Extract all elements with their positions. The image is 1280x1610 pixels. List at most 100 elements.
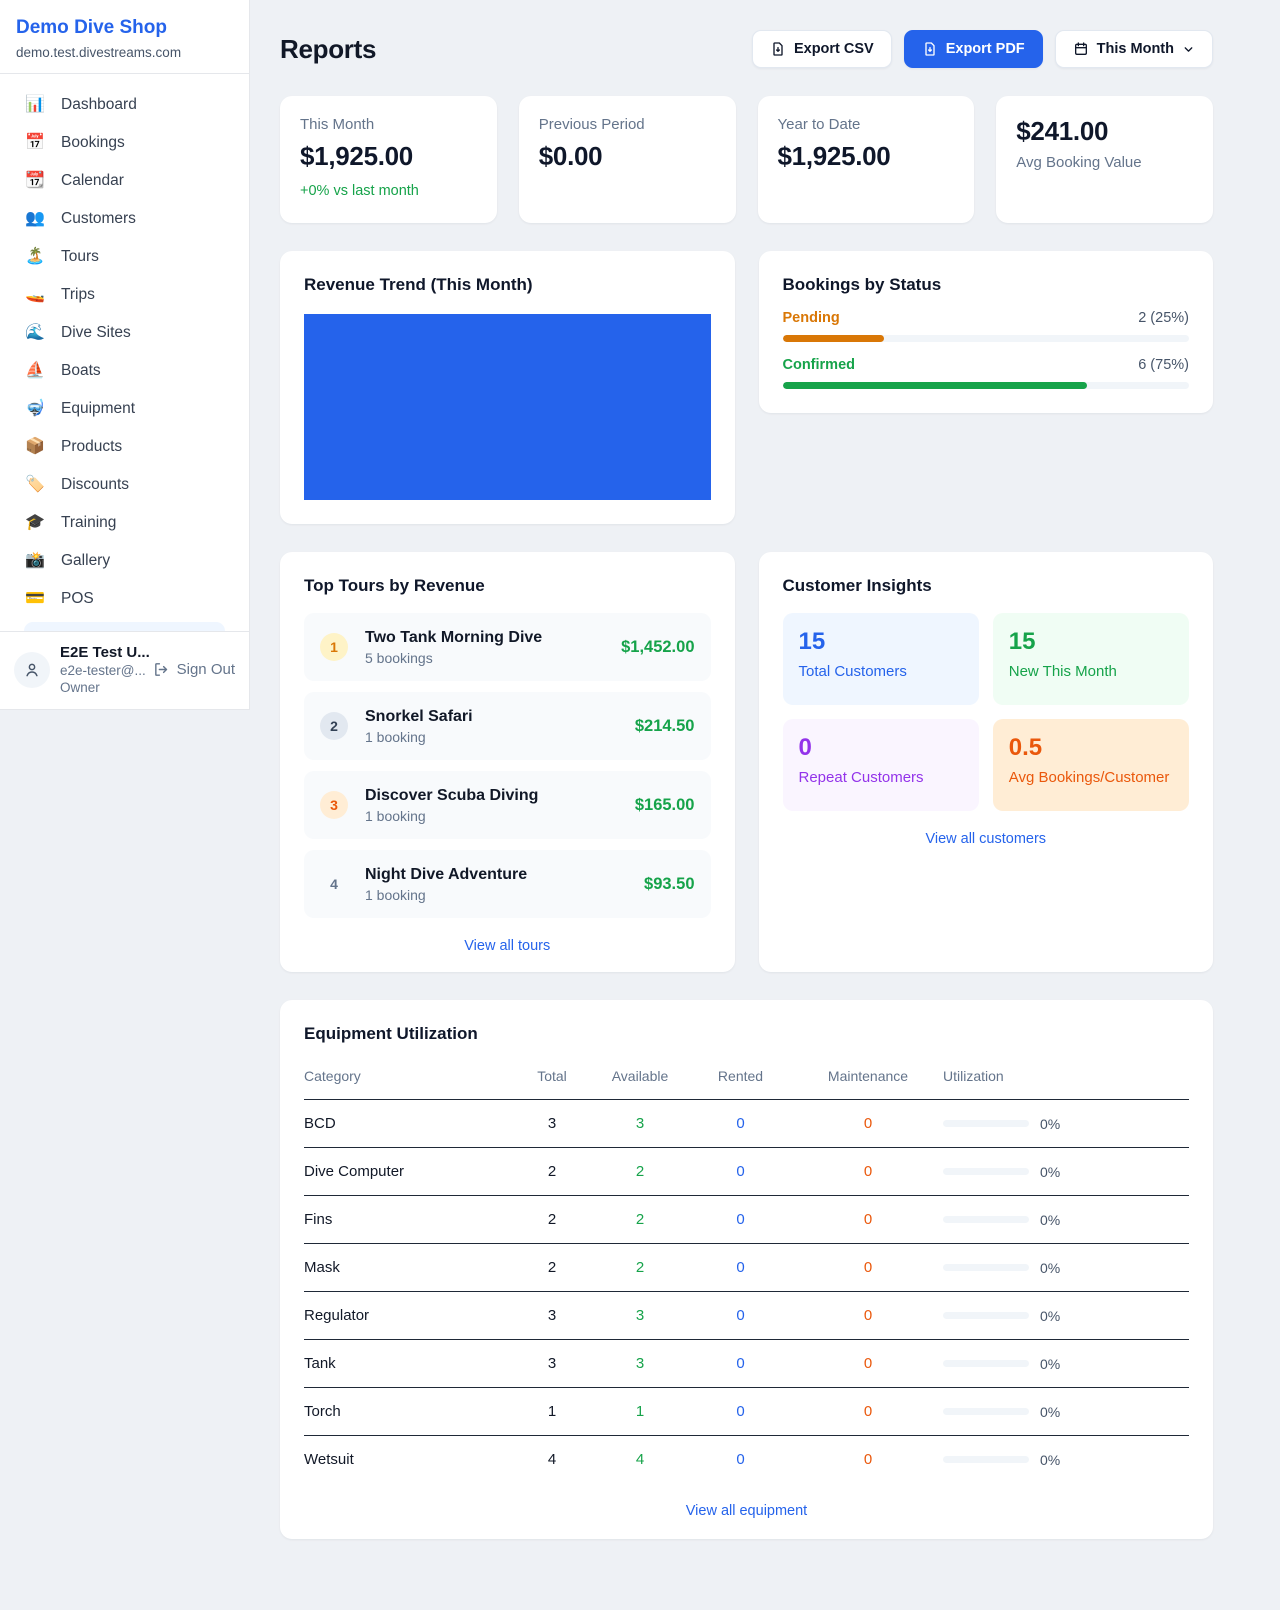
cell-category: Torch	[304, 1388, 512, 1436]
panel-title: Revenue Trend (This Month)	[304, 275, 711, 295]
sidebar-item-label: Products	[61, 438, 122, 456]
list-item: 1 Two Tank Morning Dive5 bookings $1,452…	[304, 613, 711, 681]
tile-label: Total Customers	[799, 663, 963, 680]
cell-available: 3	[592, 1100, 688, 1148]
sidebar-item-label: Customers	[61, 210, 136, 228]
sidebar-item-gallery[interactable]: 📸Gallery	[12, 542, 237, 580]
tour-revenue: $214.50	[635, 717, 695, 736]
cell-rented: 0	[688, 1292, 793, 1340]
calendar-icon: 📆	[24, 173, 46, 189]
progress-track	[783, 335, 1190, 342]
cell-category: Fins	[304, 1196, 512, 1244]
tile-label: Avg Bookings/Customer	[1009, 769, 1173, 786]
panel-title: Equipment Utilization	[304, 1024, 1189, 1044]
tour-revenue: $1,452.00	[621, 638, 694, 657]
progress-track	[783, 382, 1190, 389]
insight-tiles: 15 Total Customers 15 New This Month 0 R…	[783, 613, 1190, 811]
file-download-icon	[922, 41, 938, 57]
tour-name: Two Tank Morning Dive	[365, 629, 542, 646]
sidebar-item-discounts[interactable]: 🏷️Discounts	[12, 466, 237, 504]
sidebar-item-customers[interactable]: 👥Customers	[12, 200, 237, 238]
status-count: 6 (75%)	[1138, 357, 1189, 373]
sidebar-item-boats[interactable]: ⛵ Boats	[12, 352, 237, 390]
tile-new-this-month: 15 New This Month	[993, 613, 1189, 705]
view-all-tours-link[interactable]: View all tours	[304, 938, 711, 954]
table-row: Mask 2 2 0 0 0%	[304, 1244, 1189, 1292]
tile-label: New This Month	[1009, 663, 1173, 680]
cell-available: 4	[592, 1436, 688, 1484]
shop-domain: demo.test.divestreams.com	[16, 45, 233, 60]
person-icon	[23, 661, 41, 679]
cell-available: 2	[592, 1196, 688, 1244]
sidebar-header: Demo Dive Shop demo.test.divestreams.com	[0, 0, 249, 74]
cell-category: BCD	[304, 1100, 512, 1148]
cell-rented: 0	[688, 1196, 793, 1244]
bookings-by-status-panel: Bookings by Status Pending 2 (25%) Confi…	[759, 251, 1214, 413]
cell-maintenance: 0	[793, 1436, 943, 1484]
column-header: Rented	[688, 1056, 793, 1100]
sidebar-item-label: Boats	[61, 362, 101, 380]
period-select[interactable]: This Month	[1055, 30, 1213, 68]
wave-icon: 🌊	[24, 325, 46, 341]
tour-list: 1 Two Tank Morning Dive5 bookings $1,452…	[304, 613, 711, 918]
header-actions: Export CSV Export PDF This Month	[752, 30, 1213, 68]
utilization-bar	[943, 1264, 1029, 1271]
cell-rented: 0	[688, 1100, 793, 1148]
cell-total: 3	[512, 1292, 592, 1340]
main-content: Reports Export CSV Export PDF This Month…	[280, 0, 1213, 1579]
sidebar-item-tours[interactable]: 🏝️ Tours	[12, 238, 237, 276]
customer-insights-panel: Customer Insights 15 Total Customers 15 …	[759, 552, 1214, 972]
list-item: 3 Discover Scuba Diving1 booking $165.00	[304, 771, 711, 839]
sidebar-item-training[interactable]: 🎓Training	[12, 504, 237, 542]
sidebar-item-label: Calendar	[61, 172, 124, 190]
sidebar-item-dashboard[interactable]: 📊Dashboard	[12, 86, 237, 124]
stat-label: This Month	[300, 116, 477, 133]
export-csv-button[interactable]: Export CSV	[752, 30, 892, 68]
cell-total: 2	[512, 1196, 592, 1244]
package-icon: 📦	[24, 439, 46, 455]
sidebar-item-calendar[interactable]: 📆 Calendar	[12, 162, 237, 200]
sidebar-item-label: POS	[61, 590, 94, 608]
cell-available: 1	[592, 1388, 688, 1436]
view-all-customers-link[interactable]: View all customers	[783, 831, 1190, 847]
status-label: Confirmed	[783, 357, 856, 373]
status-row-confirmed: Confirmed 6 (75%)	[783, 357, 1190, 389]
revenue-trend-chart	[304, 314, 711, 500]
utilization-bar	[943, 1312, 1029, 1319]
utilization-bar	[943, 1408, 1029, 1415]
user-email: e2e-tester@...	[60, 663, 143, 678]
sailboat-icon: ⛵	[24, 363, 46, 379]
tour-revenue: $165.00	[635, 796, 695, 815]
sidebar-item-pos[interactable]: 💳POS	[12, 580, 237, 618]
sidebar-item-active-partial[interactable]	[24, 622, 225, 631]
status-row-pending: Pending 2 (25%)	[783, 310, 1190, 342]
cell-total: 3	[512, 1340, 592, 1388]
insights-row: Top Tours by Revenue 1 Two Tank Morning …	[280, 552, 1213, 972]
sidebar-item-dive-sites[interactable]: 🌊Dive Sites	[12, 314, 237, 352]
export-pdf-button[interactable]: Export PDF	[904, 30, 1043, 68]
tour-bookings: 5 bookings	[365, 650, 542, 666]
cell-category: Regulator	[304, 1292, 512, 1340]
sidebar-item-equipment[interactable]: 🤿Equipment	[12, 390, 237, 428]
cell-utilization: 0%	[943, 1196, 1189, 1244]
cell-utilization: 0%	[943, 1436, 1189, 1484]
sidebar-item-products[interactable]: 📦 Products	[12, 428, 237, 466]
view-all-equipment-link[interactable]: View all equipment	[304, 1503, 1189, 1519]
column-header: Available	[592, 1056, 688, 1100]
cell-utilization: 0%	[943, 1244, 1189, 1292]
panel-title: Customer Insights	[783, 576, 1190, 596]
island-icon: 🏝️	[24, 249, 46, 265]
sidebar-item-trips[interactable]: 🚤Trips	[12, 276, 237, 314]
sign-out-button[interactable]: Sign Out	[153, 661, 235, 678]
cell-utilization: 0%	[943, 1148, 1189, 1196]
tour-bookings: 1 booking	[365, 808, 538, 824]
camera-icon: 📸	[24, 553, 46, 569]
stat-value: $241.00	[1016, 116, 1193, 147]
sidebar-item-bookings[interactable]: 📅Bookings	[12, 124, 237, 162]
stat-card-year-to-date: Year to Date $1,925.00	[758, 96, 975, 223]
tour-name: Discover Scuba Diving	[365, 787, 538, 804]
utilization-bar	[943, 1360, 1029, 1367]
tile-avg-bookings-customer: 0.5 Avg Bookings/Customer	[993, 719, 1189, 811]
cell-category: Tank	[304, 1340, 512, 1388]
sidebar-item-label: Tours	[61, 248, 99, 266]
